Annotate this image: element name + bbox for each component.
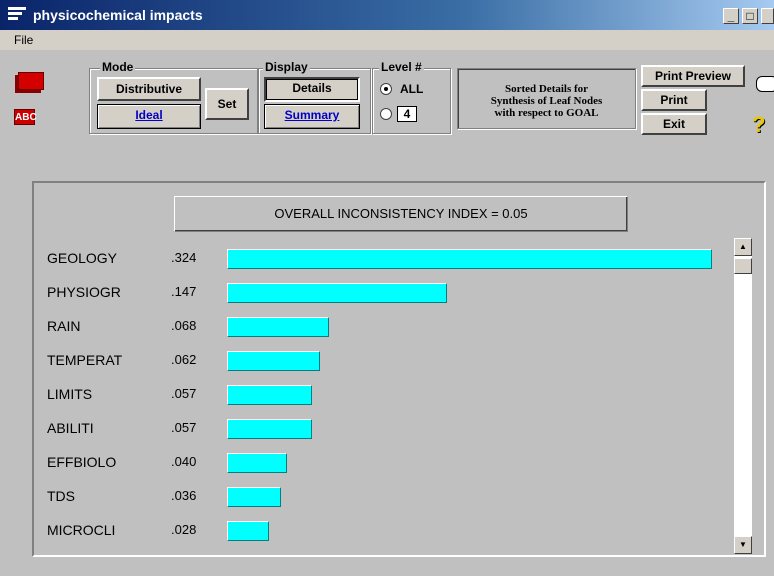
exit-button[interactable]: Exit [641,113,707,135]
print-button[interactable]: Print [641,89,707,111]
summary-button[interactable]: Summary [264,104,360,129]
mode-label: Mode [100,60,136,74]
level-all-label: ALL [400,82,424,96]
category-label: LIMITS [47,386,93,402]
display-label: Display [263,60,310,74]
value-label: .062 [171,352,197,367]
priority-bar [227,487,281,507]
category-label: ABILITI [47,420,94,436]
category-label: TDS [47,488,75,504]
distributive-button[interactable]: Distributive [97,77,201,101]
comment-icon[interactable] [756,76,774,92]
priority-bar [227,521,269,541]
app-icon[interactable] [8,7,26,23]
level-number-radio[interactable] [380,108,392,120]
abc-icon[interactable]: ABC [14,109,37,125]
inconsistency-index: OVERALL INCONSISTENCY INDEX = 0.05 [174,196,628,232]
category-label: GEOLOGY [47,250,118,266]
priority-bar [227,453,287,473]
value-label: .028 [171,522,197,537]
vertical-scrollbar[interactable]: ▲ ▼ [734,238,752,554]
priority-bar [227,351,320,371]
maximize-button[interactable]: □ [742,8,758,24]
close-button[interactable] [761,8,774,24]
menu-file[interactable]: File [14,33,33,47]
level-label: Level # [379,60,424,74]
help-icon[interactable]: ? [752,112,765,138]
level-number-field[interactable]: 4 [397,106,417,122]
set-button[interactable]: Set [205,88,249,120]
book-icon[interactable] [18,72,44,90]
menu-bar: File [0,30,774,50]
value-label: .068 [171,318,197,333]
priority-bar [227,419,312,439]
caption-line-3: with respect to GOAL [494,107,599,119]
category-label: EFFBIOLO [47,454,117,470]
title-bar: physicochemical impacts _ □ [0,0,774,30]
caption-line-1: Sorted Details for [504,83,589,95]
minimize-button[interactable]: _ [723,8,739,24]
ideal-button[interactable]: Ideal [97,104,201,129]
scroll-thumb[interactable] [734,258,752,274]
priority-bar [227,385,312,405]
value-label: .324 [171,250,197,265]
value-label: .057 [171,386,197,401]
category-label: RAIN [47,318,81,334]
level-group: Level # [372,60,451,134]
level-all-radio[interactable] [380,83,392,95]
window-title: physicochemical impacts [33,7,203,23]
priority-bar [227,283,447,303]
category-label: PHYSIOGR [47,284,121,300]
value-label: .040 [171,454,197,469]
results-panel [32,181,766,557]
value-label: .036 [171,488,197,503]
scroll-up-button[interactable]: ▲ [734,238,752,256]
sorted-details-caption: Sorted Details for Synthesis of Leaf Nod… [457,68,636,129]
value-label: .057 [171,420,197,435]
scroll-down-button[interactable]: ▼ [734,536,752,554]
category-label: MICROCLI [47,522,116,538]
details-button[interactable]: Details [264,77,360,102]
print-preview-button[interactable]: Print Preview [641,65,745,87]
category-label: TEMPERAT [47,352,123,368]
priority-bar [227,317,329,337]
priority-bar [227,249,712,269]
caption-line-2: Synthesis of Leaf Nodes [490,95,603,107]
value-label: .147 [171,284,197,299]
